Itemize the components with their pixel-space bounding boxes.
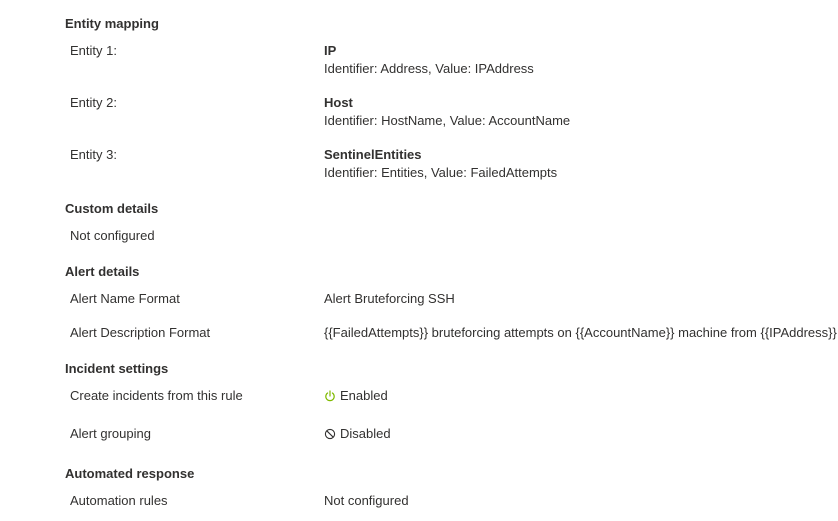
automation-rules-value: Not configured xyxy=(324,493,409,508)
entity-2-detail: Identifier: HostName, Value: AccountName xyxy=(324,113,571,128)
create-incidents-status: Enabled xyxy=(324,387,388,405)
create-incidents-value: Enabled xyxy=(340,388,388,403)
entity-1-label: Entity 1: xyxy=(70,43,117,58)
section-custom-details: Custom details xyxy=(65,201,159,216)
create-incidents-label: Create incidents from this rule xyxy=(70,388,243,403)
section-alert-details: Alert details xyxy=(65,264,140,279)
entity-1-name: IP xyxy=(324,43,337,58)
alert-name-format-label: Alert Name Format xyxy=(70,291,180,306)
disabled-icon xyxy=(324,427,336,440)
section-entity-mapping: Entity mapping xyxy=(65,16,159,31)
entity-1-detail: Identifier: Address, Value: IPAddress xyxy=(324,61,534,76)
automation-rules-label: Automation rules xyxy=(70,493,168,508)
section-automated-response: Automated response xyxy=(65,466,195,481)
entity-3-detail: Identifier: Entities, Value: FailedAttem… xyxy=(324,165,558,180)
entity-3-label: Entity 3: xyxy=(70,147,117,162)
entity-3-name: SentinelEntities xyxy=(324,147,422,162)
alert-grouping-status: Disabled xyxy=(324,425,391,443)
alert-description-format-value: {{FailedAttempts}} bruteforcing attempts… xyxy=(324,325,837,340)
section-incident-settings: Incident settings xyxy=(65,361,169,376)
alert-grouping-value: Disabled xyxy=(340,426,391,441)
custom-details-value: Not configured xyxy=(70,228,155,243)
alert-name-format-value: Alert Bruteforcing SSH xyxy=(324,291,455,306)
entity-2-label: Entity 2: xyxy=(70,95,117,110)
power-icon xyxy=(324,389,336,402)
alert-description-format-label: Alert Description Format xyxy=(70,325,211,340)
entity-2-name: Host xyxy=(324,95,353,110)
alert-grouping-label: Alert grouping xyxy=(70,426,151,441)
